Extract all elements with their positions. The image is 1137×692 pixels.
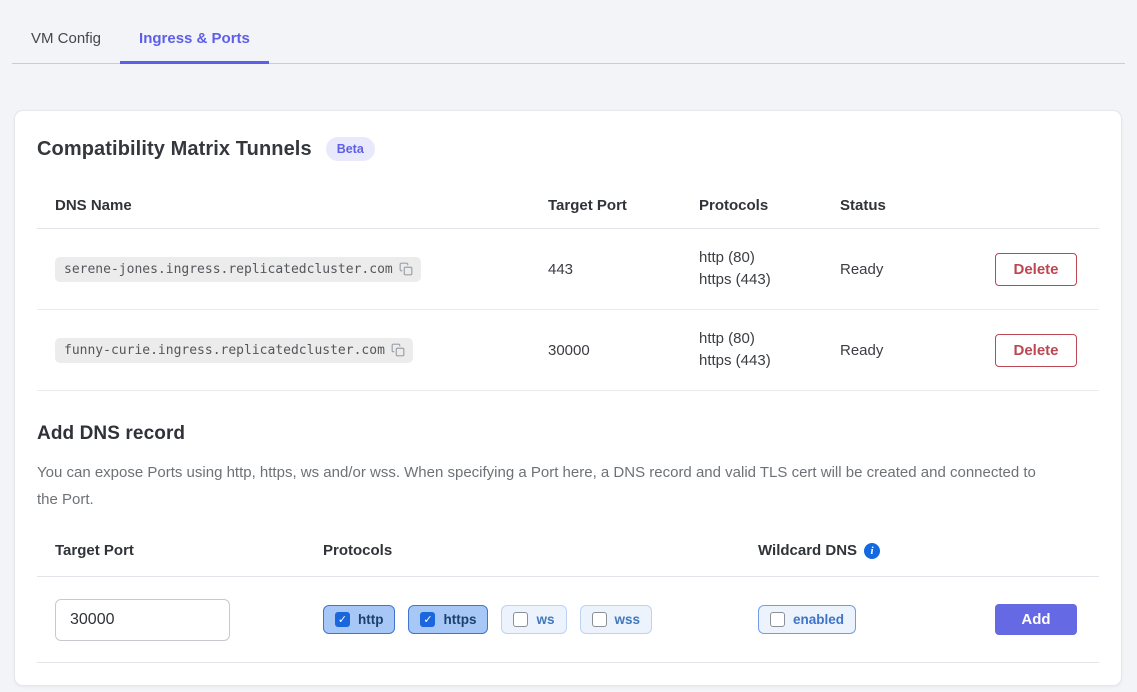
dns-name-text: funny-curie.ingress.replicatedcluster.co… [64,343,385,358]
table-row: serene-jones.ingress.replicatedcluster.c… [37,229,1099,310]
row-target-port: 443 [548,261,699,278]
protocol-checkbox-ws[interactable]: ws [501,605,566,634]
header-dns-name: DNS Name [37,197,548,214]
checkbox-icon [770,612,785,627]
add-button[interactable]: Add [995,604,1077,635]
status-badge: Ready [840,261,979,278]
status-badge: Ready [840,342,979,359]
tunnels-card: Compatibility Matrix Tunnels Beta DNS Na… [14,110,1122,686]
add-dns-header-row: Target Port Protocols Wildcard DNS i [37,525,1099,577]
tab-bar: VM Config Ingress & Ports [12,0,1125,64]
protocol-line: https (443) [699,352,840,370]
beta-badge: Beta [326,137,375,161]
protocol-line: https (443) [699,271,840,289]
tab-ingress-ports[interactable]: Ingress & Ports [120,22,269,64]
protocol-label: wss [615,612,641,627]
protocol-checkbox-https[interactable]: https [408,605,488,634]
protocol-label: ws [536,612,554,627]
dns-name-text: serene-jones.ingress.replicatedcluster.c… [64,262,393,277]
protocol-line: http (80) [699,249,840,267]
protocol-checkbox-http[interactable]: http [323,605,395,634]
checkbox-icon [335,612,350,627]
wildcard-label: enabled [793,612,844,627]
protocol-line: http (80) [699,330,840,348]
protocol-label: http [358,612,383,627]
copy-icon[interactable] [399,262,413,276]
tunnels-table-header: DNS Name Target Port Protocols Status [37,183,1099,229]
row-protocols: http (80) https (443) [699,330,840,370]
header-protocols: Protocols [699,197,840,214]
dns-name-chip: serene-jones.ingress.replicatedcluster.c… [55,257,421,282]
delete-button[interactable]: Delete [995,334,1077,367]
checkbox-icon [592,612,607,627]
row-protocols: http (80) https (443) [699,249,840,289]
add-dns-title: Add DNS record [37,423,1099,445]
protocol-checkbox-group: http https ws wss [323,605,740,634]
protocol-label: https [443,612,476,627]
card-title-row: Compatibility Matrix Tunnels Beta [37,137,1099,161]
card-title: Compatibility Matrix Tunnels [37,138,312,161]
table-row: funny-curie.ingress.replicatedcluster.co… [37,310,1099,391]
row-target-port: 30000 [548,342,699,359]
add-header-protocols: Protocols [305,542,740,559]
wildcard-dns-checkbox[interactable]: enabled [758,605,856,634]
add-dns-description: You can expose Ports using http, https, … [37,459,1047,513]
add-header-wildcard-dns: Wildcard DNS [758,542,857,559]
delete-button[interactable]: Delete [995,253,1077,286]
tab-vm-config[interactable]: VM Config [12,22,120,64]
add-header-target-port: Target Port [55,542,134,559]
protocol-checkbox-wss[interactable]: wss [580,605,653,634]
info-icon[interactable]: i [864,543,880,559]
target-port-input[interactable] [55,599,230,641]
add-dns-controls-row: http https ws wss enabled [37,577,1099,663]
header-status: Status [840,197,979,214]
copy-icon[interactable] [391,343,405,357]
checkbox-icon [513,612,528,627]
header-target-port: Target Port [548,197,699,214]
dns-name-chip: funny-curie.ingress.replicatedcluster.co… [55,338,413,363]
checkbox-icon [420,612,435,627]
